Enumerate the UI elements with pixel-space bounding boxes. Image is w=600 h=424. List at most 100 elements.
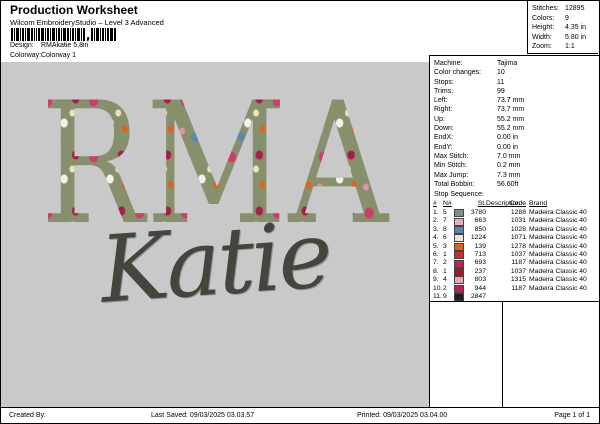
thread-row-number: 1. (433, 209, 443, 217)
col-header-num: # (433, 200, 443, 208)
thread-color-swatch (454, 234, 464, 242)
machine-info-label: Trims: (434, 87, 497, 96)
machine-info-value: 73.7 mm (497, 96, 524, 105)
thread-row: 1. 5 3780 1288 Madeira Classic 40 (433, 209, 598, 217)
col-header-stitches: St. (466, 200, 486, 208)
machine-info-label: Stops: (434, 78, 497, 87)
machine-info-row: Total Bobbin: 56.60ft (434, 180, 597, 189)
colorway-value: Colorway 1 (41, 52, 76, 59)
app-subtitle: Wilcom EmbroideryStudio – Level 3 Advanc… (10, 18, 164, 27)
summary-row: Colors: 9 (532, 14, 598, 24)
machine-info-label: Total Bobbin: (434, 180, 497, 189)
machine-info-value: Tajima (497, 59, 517, 68)
thread-swatch-cell (452, 285, 466, 293)
thread-brand: Madeira Classic 40 (526, 217, 598, 225)
summary-value: 9 (565, 14, 569, 24)
colorway-label: Colorway: (10, 51, 39, 60)
thread-needle-number: 1 (443, 251, 452, 259)
thread-swatch-cell (452, 226, 466, 234)
machine-info-value: 7.3 mm (497, 171, 520, 180)
machine-info-value: 10 (497, 68, 505, 77)
thread-code: 1037 (500, 251, 526, 259)
machine-info-label: Down: (434, 124, 497, 133)
machine-info-row: Stops: 11 (434, 78, 597, 87)
thread-row: 5. 3 139 1278 Madeira Classic 40 (433, 243, 598, 251)
machine-info-label: Color changes: (434, 68, 497, 77)
thread-row: 6. 1 713 1037 Madeira Classic 40 (433, 251, 598, 259)
page-number: Page 1 of 1 (554, 412, 590, 419)
thread-swatch-cell (452, 218, 466, 226)
thread-code: 1028 (500, 226, 526, 234)
summary-value: 5.80 in (565, 33, 586, 43)
last-saved-text: Last Saved: 09/03/2025 03.03.57 (151, 412, 254, 419)
thread-needle-number: 2 (443, 285, 452, 293)
thread-needle-number: 8 (443, 226, 452, 234)
design-preview-canvas: RMA Katie (1, 62, 429, 407)
summary-row: Stitches: 12895 (532, 4, 598, 14)
thread-row: 3. 8 850 1028 Madeira Classic 40 (433, 226, 598, 234)
machine-info-label: Left: (434, 96, 497, 105)
thread-code: 1187 (500, 285, 526, 293)
machine-info-value: 55.2 mm (497, 124, 524, 133)
thread-color-swatch (454, 260, 464, 268)
machine-info-row: Max Jump: 7.3 mm (434, 171, 597, 180)
thread-brand: Madeira Classic 40 (526, 268, 598, 276)
machine-info-row: Trims: 99 (434, 87, 597, 96)
col-header-description: Description (486, 200, 500, 208)
machine-info-label: Right: (434, 105, 497, 114)
machine-info-row: Left: 73.7 mm (434, 96, 597, 105)
thread-row: 7. 2 693 1187 Madeira Classic 40 (433, 259, 598, 267)
summary-label: Width: (532, 33, 565, 43)
thread-color-swatch (454, 268, 464, 276)
thread-color-swatch (454, 285, 464, 293)
machine-info-row: Down: 55.2 mm (434, 124, 597, 133)
machine-info-row: Right: 73.7 mm (434, 105, 597, 114)
thread-brand: Madeira Classic 40 (526, 251, 598, 259)
thread-row-number: 7. (433, 259, 443, 267)
page-title: Production Worksheet (10, 3, 138, 17)
machine-info-row: Color changes: 10 (434, 68, 597, 77)
thread-brand: Madeira Classic 40 (526, 285, 598, 293)
thread-row-number: 9. (433, 276, 443, 284)
machine-info-list: Machine: Tajima Color changes: 10 Stops:… (434, 59, 597, 189)
machine-info-value: 55.2 mm (497, 115, 524, 124)
machine-info-row: Max Stitch: 7.0 mm (434, 152, 597, 161)
thread-code: 1187 (500, 259, 526, 267)
thread-stitch-count: 803 (466, 276, 486, 284)
thread-brand: Madeira Classic 40 (526, 259, 598, 267)
thread-row-number: 2. (433, 217, 443, 225)
thread-row: 2. 7 663 1031 Madeira Classic 40 (433, 217, 598, 225)
summary-row: Height: 4.35 in (532, 23, 598, 33)
machine-info-label: Max Stitch: (434, 152, 497, 161)
thread-row: 9. 4 803 1315 Madeira Classic 40 (433, 276, 598, 284)
summary-label: Zoom: (532, 42, 565, 52)
design-row: Design: RMAkatie 5,8in (10, 41, 88, 50)
stop-sequence-title: Stop Sequence: (434, 191, 484, 198)
summary-row: Width: 5.80 in (532, 33, 598, 43)
thread-needle-number: 6 (443, 234, 452, 242)
thread-swatch-cell (452, 251, 466, 259)
table-bottom-divider (430, 301, 599, 302)
summary-value: 4.35 in (565, 23, 586, 33)
machine-info-label: Max Jump: (434, 171, 497, 180)
thread-brand: Madeira Classic 40 (526, 226, 598, 234)
production-worksheet-page: Production Worksheet Wilcom EmbroiderySt… (0, 0, 600, 424)
machine-info-label: EndY: (434, 143, 497, 152)
summary-value: 12895 (565, 4, 584, 14)
thread-code: 1037 (500, 268, 526, 276)
colorway-row: Colorway: Colorway 1 (10, 51, 76, 60)
machine-info-value: 11 (497, 78, 504, 87)
col-header-code: Code (500, 200, 526, 208)
thread-code: 1278 (500, 243, 526, 251)
thread-needle-number: 2 (443, 259, 452, 267)
thread-row-number: 4. (433, 234, 443, 242)
machine-info-row: EndY: 0.00 in (434, 143, 597, 152)
thread-stitch-count: 139 (466, 243, 486, 251)
machine-info-row: Up: 55.2 mm (434, 115, 597, 124)
thread-stitch-count: 663 (466, 217, 486, 225)
thread-row-number: 6. (433, 251, 443, 259)
col-header-brand: Brand (526, 200, 598, 208)
col-header-needle: N# (443, 200, 452, 208)
footer: Created By: Last Saved: 09/03/2025 03.03… (1, 407, 599, 424)
thread-code: 1288 (500, 209, 526, 217)
